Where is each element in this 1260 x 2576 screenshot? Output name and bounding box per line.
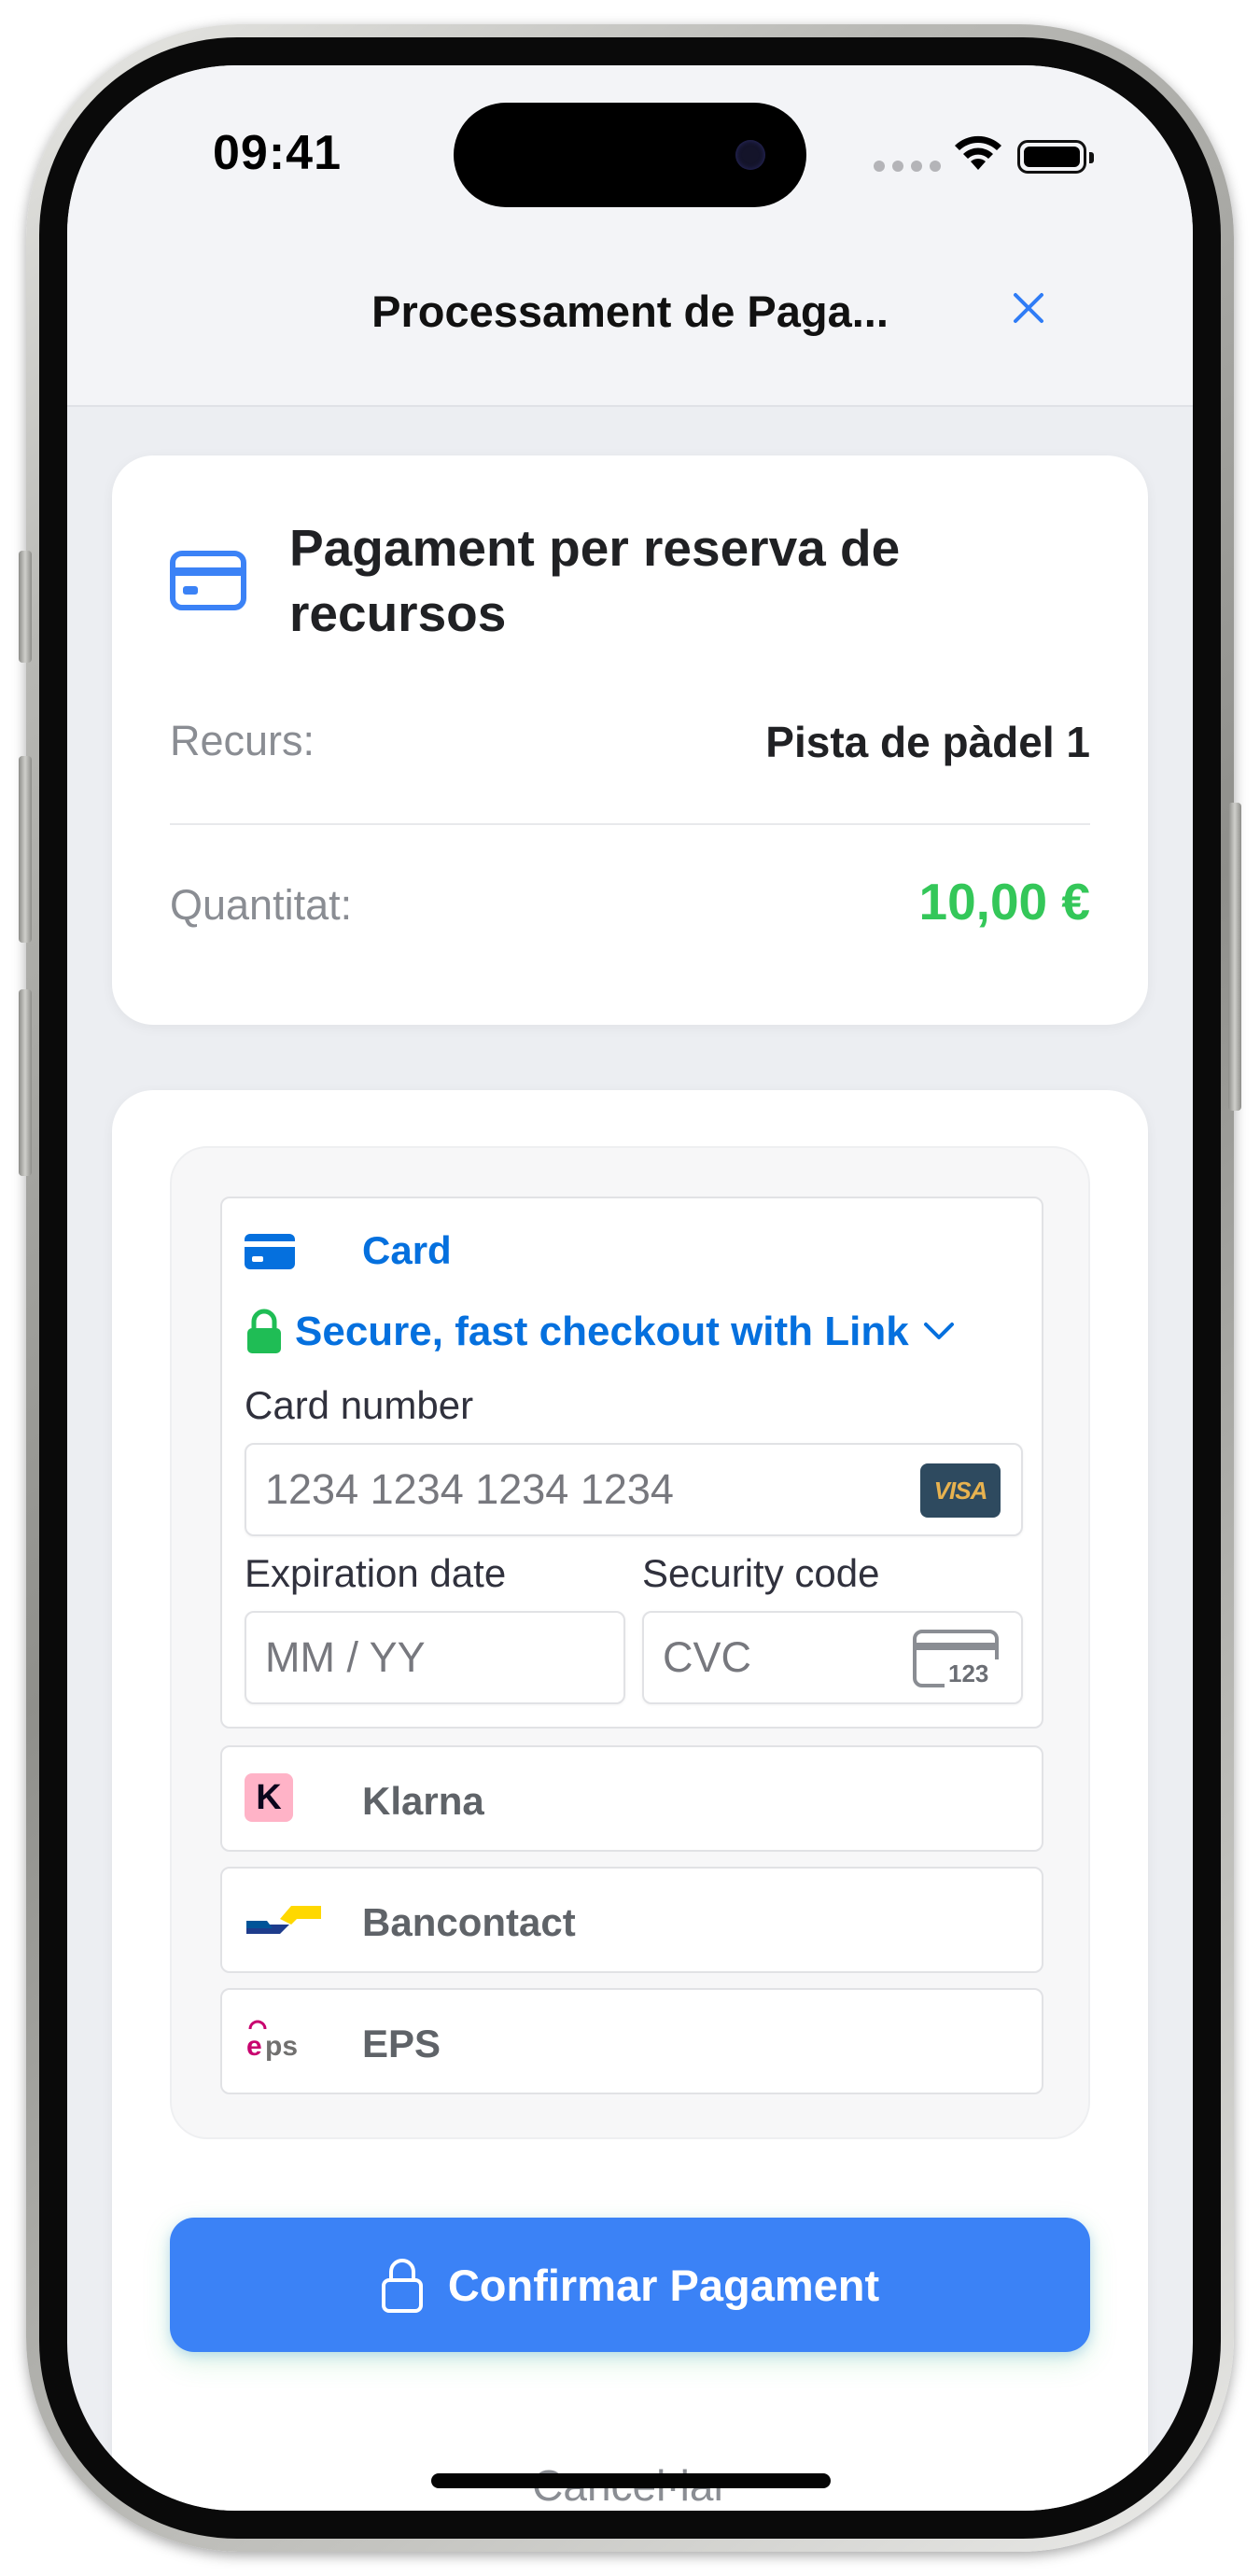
nav-header: Processament de Paga... — [67, 243, 1193, 407]
silent-switch — [19, 551, 32, 663]
payment-method-bancontact[interactable]: Bancontact — [220, 1867, 1043, 1973]
home-indicator[interactable] — [431, 2473, 831, 2488]
status-bar: 09:41 — [67, 65, 1193, 243]
klarna-icon: K — [245, 1773, 293, 1822]
summary-title: Pagament per reserva de recursos — [289, 519, 901, 642]
payment-element: Card Secure, fast checkout with Link Car… — [170, 1146, 1090, 2139]
expiration-placeholder: MM / YY — [265, 1633, 426, 1681]
klarna-label: Klarna — [362, 1779, 484, 1823]
amount-label: Quantitat: — [170, 881, 353, 929]
eps-label: EPS — [362, 2022, 441, 2065]
card-number-placeholder: 1234 1234 1234 1234 — [265, 1465, 674, 1513]
close-button[interactable] — [1001, 280, 1057, 336]
chevron-down-icon — [923, 1323, 954, 1339]
eps-icon: e ps — [246, 2020, 298, 2062]
front-camera — [735, 140, 765, 170]
card-number-input[interactable]: 1234 1234 1234 1234 VISA — [245, 1443, 1023, 1536]
credit-card-icon — [170, 551, 246, 610]
dynamic-island — [454, 103, 806, 207]
confirm-payment-label: Confirmar Pagament — [447, 2260, 880, 2310]
resource-value: Pista de pàdel 1 — [765, 718, 1090, 766]
security-code-label: Security code — [642, 1551, 880, 1595]
cvc-input[interactable]: CVC 123 — [642, 1611, 1023, 1704]
volume-down-button — [19, 989, 32, 1176]
visa-icon: VISA — [920, 1463, 1001, 1518]
svg-text:e: e — [246, 2031, 262, 2062]
bancontact-label: Bancontact — [362, 1900, 576, 1944]
summary-divider — [170, 823, 1090, 825]
cvc-placeholder: CVC — [663, 1633, 752, 1681]
card-tab-label[interactable]: Card — [362, 1228, 452, 1273]
volume-up-button — [19, 756, 32, 943]
card-icon — [245, 1234, 295, 1269]
cvc-icon-text: 123 — [948, 1659, 988, 1687]
close-icon — [1014, 293, 1043, 323]
expiration-label: Expiration date — [245, 1551, 507, 1595]
bancontact-icon — [246, 1906, 321, 1934]
lock-icon — [381, 2259, 423, 2313]
app-screen: 09:41 Processament de Paga... Pagament p… — [67, 65, 1193, 2511]
svg-text:ps: ps — [265, 2031, 298, 2062]
amount-value: 10,00 € — [918, 873, 1090, 931]
cvc-card-icon: 123 — [913, 1630, 999, 1687]
battery-icon — [1017, 140, 1094, 174]
power-button — [1228, 803, 1241, 1111]
status-time: 09:41 — [213, 126, 342, 180]
expiration-input[interactable]: MM / YY — [245, 1611, 625, 1704]
payment-method-card: Card Secure, fast checkout with Link Car… — [220, 1197, 1043, 1729]
payment-summary-card: Pagament per reserva de recursos Recurs:… — [112, 455, 1148, 1025]
link-checkout-toggle[interactable]: Secure, fast checkout with Link — [245, 1309, 958, 1355]
payment-method-eps[interactable]: e ps EPS — [220, 1988, 1043, 2094]
lock-icon — [247, 1309, 281, 1353]
resource-label: Recurs: — [170, 717, 315, 764]
link-checkout-text: Secure, fast checkout with Link — [295, 1309, 909, 1354]
cellular-signal-icon — [874, 161, 941, 172]
wifi-icon — [955, 135, 1001, 170]
payment-method-klarna[interactable]: K Klarna — [220, 1745, 1043, 1852]
confirm-payment-button[interactable]: Confirmar Pagament — [170, 2218, 1090, 2352]
card-number-label: Card number — [245, 1383, 474, 1427]
